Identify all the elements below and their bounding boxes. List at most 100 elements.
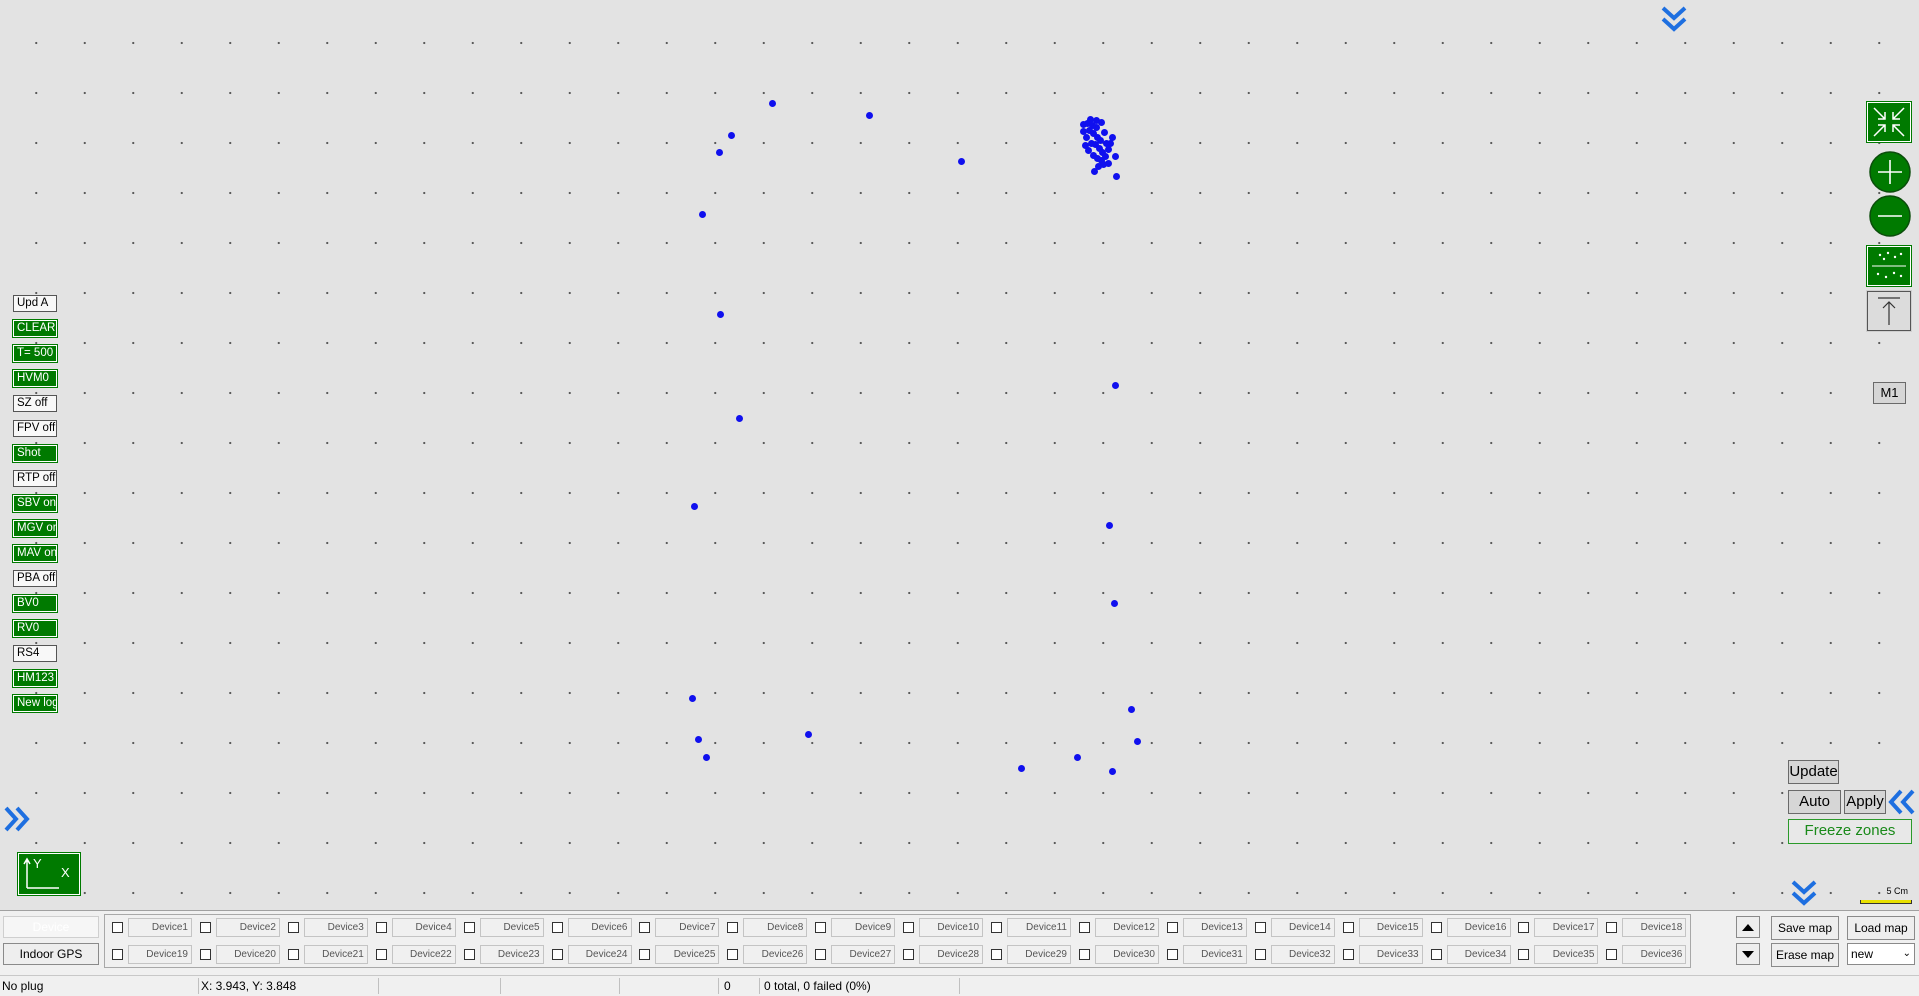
toggle-button[interactable]: Shot (12, 444, 58, 463)
freeze-zones-button[interactable]: Freeze zones (1788, 819, 1912, 844)
device-checkbox[interactable] (1166, 922, 1178, 933)
device-item: Device15 (1339, 917, 1425, 939)
m1-button[interactable]: M1 (1873, 382, 1906, 404)
apply-button[interactable]: Apply (1844, 790, 1886, 814)
fit-view-button[interactable] (1866, 101, 1912, 143)
scroll-devices-up-button[interactable] (1736, 916, 1760, 938)
device-checkbox[interactable] (1166, 949, 1178, 960)
scroll-left-chevron-icon[interactable] (2, 805, 32, 833)
device-label: Device14 (1270, 918, 1335, 937)
status-bar: No plug X: 3.943, Y: 3.848 0 0 total, 0 … (0, 975, 1919, 996)
toggle-button[interactable]: SZ off (13, 395, 57, 412)
device-checkbox[interactable] (727, 922, 739, 933)
device-label: Device25 (655, 945, 720, 964)
toggle-button[interactable]: RV0 (12, 619, 58, 638)
device-checkbox[interactable] (815, 922, 827, 933)
device-label: Device11 (1007, 918, 1071, 937)
position-marker (1105, 521, 1113, 529)
scroll-up-chevron-icon[interactable] (1660, 4, 1688, 34)
axis-orientation-icon[interactable]: Y X (17, 852, 81, 896)
device-checkbox[interactable] (991, 949, 1002, 960)
status-plug: No plug (2, 979, 44, 993)
update-button[interactable]: Update (1788, 760, 1839, 784)
scroll-down-chevron-icon[interactable] (1790, 878, 1818, 908)
device-checkbox[interactable] (1518, 949, 1530, 960)
device-checkbox[interactable] (1606, 949, 1618, 960)
device-checkbox[interactable] (1078, 922, 1090, 933)
load-map-button[interactable]: Load map (1847, 916, 1915, 940)
toggle-button[interactable]: T= 500 (12, 344, 58, 363)
indoor-gps-button[interactable]: Indoor GPS (3, 943, 99, 965)
save-map-button[interactable]: Save map (1771, 916, 1839, 940)
device-checkbox[interactable] (375, 949, 387, 960)
position-marker (1081, 141, 1089, 149)
status-count: 0 (724, 979, 731, 993)
erase-map-button[interactable]: Erase map (1771, 943, 1839, 967)
map-canvas[interactable]: Upd A CLEAR T= 500 HVM0 SZ off FPV off Shot RTP… (0, 0, 1919, 910)
device-checkbox[interactable] (375, 922, 387, 933)
collapse-right-panel-chevron-icon[interactable] (1887, 788, 1917, 816)
device-label: Device15 (1358, 918, 1423, 937)
device-checkbox[interactable] (903, 922, 915, 933)
device-label: Device34 (1446, 945, 1511, 964)
status-divider (718, 978, 719, 994)
device-checkbox[interactable] (991, 922, 1002, 933)
toggle-button[interactable]: HM123 (12, 669, 58, 688)
device-checkbox[interactable] (1430, 922, 1442, 933)
device-button[interactable]: Device (3, 916, 99, 938)
device-checkbox[interactable] (1342, 922, 1354, 933)
device-checkbox[interactable] (1078, 949, 1090, 960)
grid-view-button[interactable] (1866, 245, 1912, 287)
toggle-button[interactable]: BV0 (12, 594, 58, 613)
scroll-devices-down-button[interactable] (1736, 943, 1760, 965)
toggle-button[interactable]: PBA off (13, 570, 57, 587)
device-label: Device22 (391, 945, 456, 964)
device-item: Device33 (1339, 944, 1425, 966)
device-checkbox[interactable] (639, 922, 651, 933)
toggle-button[interactable]: SBV on (12, 494, 58, 513)
toggle-button[interactable]: HVM0 (12, 369, 58, 388)
device-checkbox[interactable] (287, 922, 299, 933)
device-checkbox[interactable] (815, 949, 827, 960)
auto-button[interactable]: Auto (1788, 790, 1841, 814)
device-checkbox[interactable] (551, 922, 563, 933)
device-checkbox[interactable] (1606, 922, 1618, 933)
toggle-button[interactable]: RTP off (13, 470, 57, 487)
map-select[interactable]: new ⌄ (1847, 943, 1915, 965)
toggle-button[interactable]: RS4 (13, 645, 57, 662)
north-up-button[interactable] (1866, 290, 1912, 332)
position-marker (865, 111, 873, 119)
scale-label: 5 Cm (1886, 886, 1908, 896)
device-checkbox[interactable] (463, 922, 475, 933)
device-checkbox[interactable] (199, 922, 211, 933)
device-checkbox[interactable] (1518, 922, 1530, 933)
toggle-button[interactable]: MAV on (12, 544, 58, 563)
device-checkbox[interactable] (639, 949, 651, 960)
device-item: Device30 (1075, 944, 1161, 966)
zoom-out-button[interactable] (1867, 194, 1913, 238)
device-checkbox[interactable] (1342, 949, 1354, 960)
toggle-button[interactable]: New log (12, 694, 58, 713)
device-checkbox[interactable] (1430, 949, 1442, 960)
device-checkbox[interactable] (199, 949, 211, 960)
toggle-button[interactable]: MGV on (12, 519, 58, 538)
device-checkbox[interactable] (463, 949, 475, 960)
device-label: Device18 (1622, 918, 1687, 937)
device-checkbox[interactable] (287, 949, 299, 960)
device-label: Device12 (1094, 918, 1159, 937)
toggle-button[interactable]: FPV off (13, 420, 57, 437)
device-label: Device7 (655, 918, 720, 937)
device-checkbox[interactable] (551, 949, 563, 960)
device-checkbox[interactable] (112, 949, 123, 960)
device-item: Device36 (1602, 944, 1688, 966)
zoom-in-button[interactable] (1867, 150, 1913, 194)
device-checkbox[interactable] (112, 922, 123, 933)
device-checkbox[interactable] (1254, 922, 1266, 933)
device-checkbox[interactable] (903, 949, 915, 960)
position-marker (1017, 764, 1025, 772)
toggle-button[interactable]: Upd A (13, 295, 57, 312)
device-checkbox[interactable] (727, 949, 739, 960)
device-checkbox[interactable] (1254, 949, 1266, 960)
position-marker (1111, 152, 1119, 160)
toggle-button[interactable]: CLEAR (12, 319, 58, 338)
